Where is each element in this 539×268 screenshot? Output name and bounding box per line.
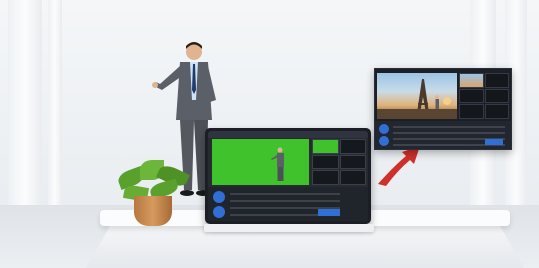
source-tile [312,154,339,170]
plant-pot [134,196,172,226]
device-button [213,191,225,203]
output-preview-panel [374,68,512,150]
source-tile [312,170,339,185]
control-lines-icon [393,126,505,146]
device-source-grid [312,139,366,185]
wall-pillar [48,0,62,220]
panel-source-grid [459,73,509,119]
control-lines-icon [230,193,340,216]
panel-button [379,124,389,134]
source-tile [484,88,509,104]
presenter-on-green-icon [271,147,284,181]
device-toolbar [208,131,368,138]
device-stand [204,224,374,232]
source-tile [459,104,484,119]
source-tile [339,154,366,170]
eiffel-tower-icon [377,79,457,119]
source-tile [459,73,484,88]
source-tile [484,104,509,119]
panel-program-preview [377,73,457,119]
video-switcher-device [205,128,371,224]
panel-control-strip [375,121,511,149]
source-tile [339,139,366,154]
wall-pillar [8,0,42,220]
device-button [213,206,225,218]
product-scene [0,0,539,268]
device-program-preview [212,139,309,185]
source-tile [459,88,484,104]
source-tile [484,73,509,88]
device-control-strip [208,187,368,221]
panel-button [379,136,389,146]
source-tile [339,170,366,185]
device-screen [208,131,368,221]
source-tile [312,139,339,154]
